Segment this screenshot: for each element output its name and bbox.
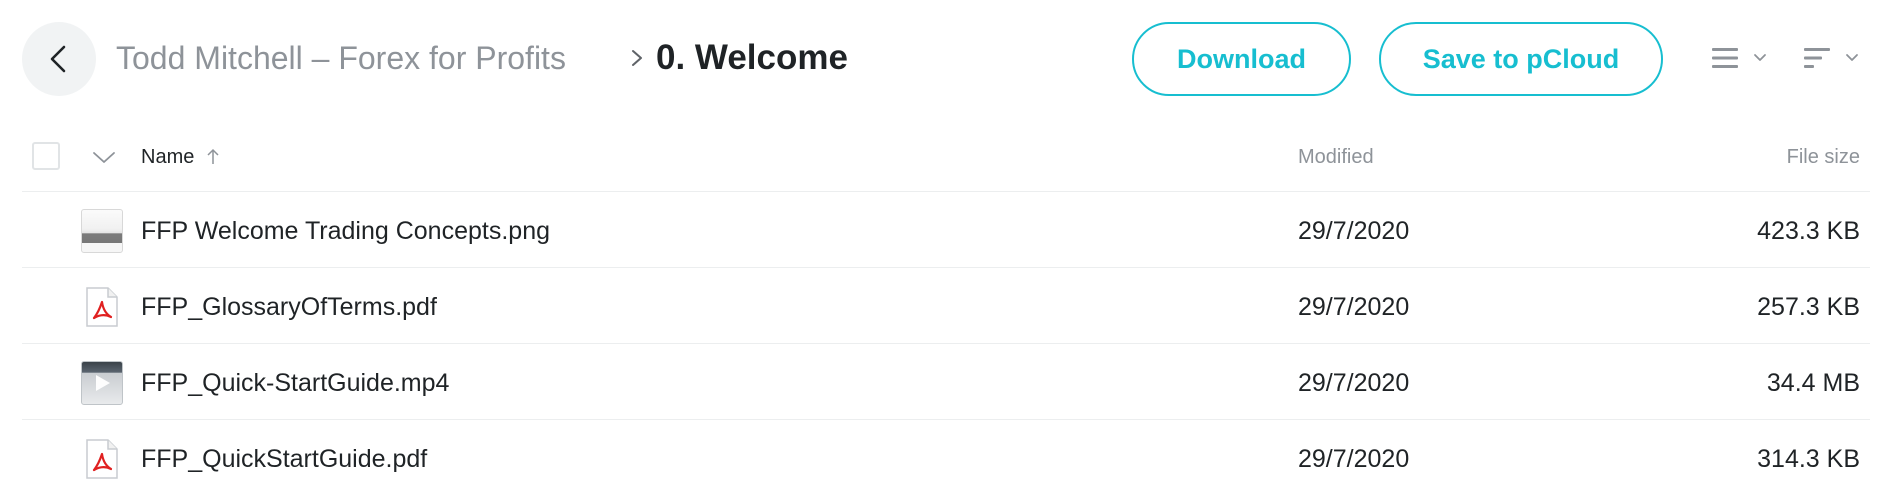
table-header: Name Modified File size — [22, 130, 1870, 192]
download-button[interactable]: Download — [1132, 22, 1351, 96]
file-name: FFP_Quick-StartGuide.mp4 — [141, 369, 450, 397]
table-row[interactable]: FFP_GlossaryOfTerms.pdf 29/7/2020 257.3 … — [22, 268, 1870, 344]
sort-ascending-icon — [206, 148, 220, 166]
table-row[interactable]: FFP_Quick-StartGuide.mp4 29/7/2020 34.4 … — [22, 344, 1870, 420]
column-header-file-size[interactable]: File size — [1787, 144, 1860, 170]
file-size: 423.3 KB — [1757, 217, 1860, 245]
pdf-file-icon — [81, 286, 123, 328]
file-modified: 29/7/2020 — [1298, 293, 1410, 321]
select-all-checkbox[interactable] — [32, 142, 60, 170]
pdf-file-icon — [81, 438, 123, 480]
page-title: 0. Welcome — [656, 38, 848, 77]
column-header-modified[interactable]: Modified — [1298, 144, 1374, 170]
table-row[interactable]: FFP Welcome Trading Concepts.png 29/7/20… — [22, 192, 1870, 268]
chevron-left-icon — [50, 45, 66, 73]
play-icon — [96, 375, 110, 391]
file-size: 314.3 KB — [1757, 445, 1860, 473]
breadcrumb-parent-link[interactable]: Todd Mitchell – Forex for Profits — [116, 36, 566, 80]
file-name: FFP_QuickStartGuide.pdf — [141, 445, 428, 473]
sort-lines-icon — [1804, 48, 1830, 68]
list-view-icon — [1712, 48, 1738, 68]
back-button[interactable] — [22, 22, 96, 96]
chevron-down-icon — [93, 152, 115, 163]
chevron-right-icon — [625, 43, 649, 73]
column-header-name-label: Name — [141, 146, 195, 168]
file-name: FFP_GlossaryOfTerms.pdf — [141, 293, 437, 321]
column-header-name[interactable]: Name — [141, 144, 220, 170]
selection-menu-button[interactable] — [88, 144, 120, 170]
file-size: 34.4 MB — [1766, 369, 1860, 397]
toolbar: Todd Mitchell – Forex for Profits 0. Wel… — [0, 0, 1896, 116]
file-table: Name Modified File size FFP Welcome Trad… — [22, 130, 1870, 492]
table-row[interactable]: FFP_QuickStartGuide.pdf 29/7/2020 314.3 … — [22, 420, 1870, 492]
file-modified: 29/7/2020 — [1298, 217, 1410, 245]
file-modified: 29/7/2020 — [1298, 369, 1410, 397]
chevron-down-icon — [1754, 54, 1766, 61]
file-size: 257.3 KB — [1757, 293, 1860, 321]
save-to-pcloud-button[interactable]: Save to pCloud — [1379, 22, 1663, 96]
video-thumbnail-icon — [81, 361, 123, 405]
file-modified: 29/7/2020 — [1298, 445, 1410, 473]
png-thumbnail-icon — [81, 209, 123, 253]
view-mode-dropdown[interactable] — [1710, 38, 1770, 78]
chevron-down-icon — [1846, 54, 1858, 61]
file-name: FFP Welcome Trading Concepts.png — [141, 217, 550, 245]
sort-dropdown[interactable] — [1802, 38, 1862, 78]
